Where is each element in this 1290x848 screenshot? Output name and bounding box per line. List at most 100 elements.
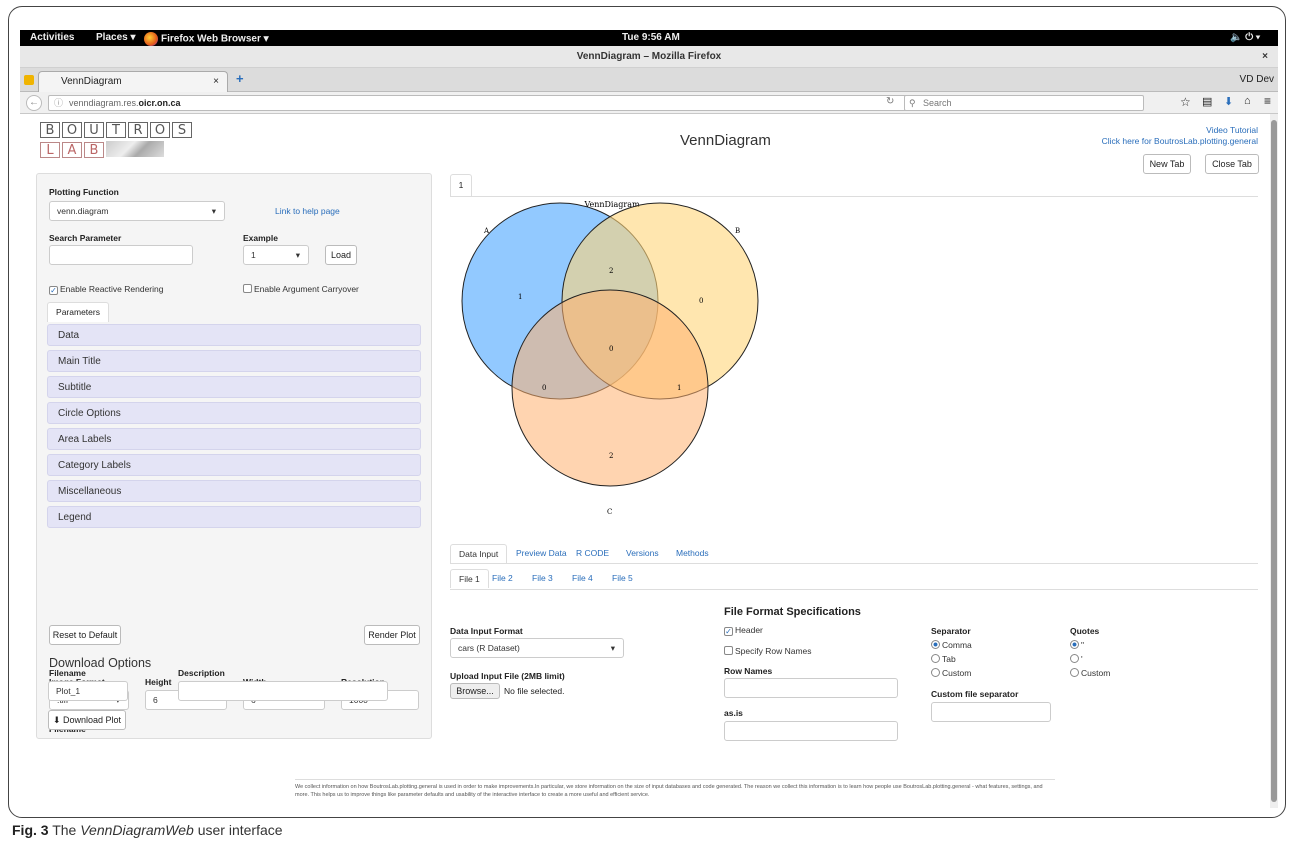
row-names-checkbox-label: Specify Row Names	[735, 646, 812, 656]
search-input[interactable]: ⚲ Search	[904, 95, 1144, 111]
browser-tab-label: VennDiagram	[61, 76, 122, 87]
venn-label-b: B	[735, 227, 740, 235]
sep-radio-0[interactable]: Comma	[931, 640, 972, 650]
tab-file-4[interactable]: File 4	[572, 573, 593, 583]
window-close-icon[interactable]: ×	[1262, 46, 1268, 68]
plotting-general-link[interactable]: Click here for BoutrosLab.plotting.gener…	[1102, 136, 1258, 146]
radio-selected-icon	[931, 640, 940, 649]
close-tab-button[interactable]: Close Tab	[1205, 154, 1259, 174]
logo-letter: B	[40, 122, 60, 138]
logo-letter: T	[106, 122, 126, 138]
sep-option-label: Comma	[942, 640, 972, 650]
browse-button[interactable]: Browse...	[450, 683, 500, 699]
download-icon[interactable]: ⬇	[1224, 95, 1233, 108]
search-parameter-label: Search Parameter	[49, 233, 122, 243]
example-select[interactable]: 1 ▾	[243, 245, 309, 265]
venn-diagram: VennDiagram A B C 1 0 2 2 0 1 0	[461, 200, 759, 516]
accordion-section-data[interactable]: Data	[47, 324, 421, 346]
tab-file-5[interactable]: File 5	[612, 573, 633, 583]
tab-r-code[interactable]: R CODE	[576, 548, 609, 558]
load-button[interactable]: Load	[325, 245, 357, 265]
sep-radio-2[interactable]: Custom	[931, 668, 971, 678]
browser-navbar: ← ⓘ venndiagram.res.oicr.on.ca ↻ ⚲ Searc…	[20, 92, 1278, 114]
video-tutorial-link[interactable]: Video Tutorial	[1206, 125, 1258, 135]
search-parameter-input[interactable]	[49, 245, 193, 265]
height-label: Height	[145, 677, 172, 687]
checkbox-checked-icon: ✓	[724, 627, 733, 636]
download-icon: ⬇	[52, 715, 63, 725]
radio-icon	[1070, 654, 1079, 663]
reactive-rendering-checkbox[interactable]: ✓ Enable Reactive Rendering	[49, 284, 163, 295]
chevron-down-icon: ▾	[610, 643, 615, 653]
accordion-section-area-labels[interactable]: Area Labels	[47, 428, 421, 450]
reset-to-default-button[interactable]: Reset to Default	[49, 625, 121, 645]
checkbox-icon	[724, 646, 733, 655]
back-icon[interactable]: ←	[26, 95, 42, 111]
firefox-menu[interactable]: Firefox Web Browser ▾	[144, 32, 269, 46]
home-icon[interactable]: ⌂	[1244, 95, 1251, 107]
tab-plot-1[interactable]: 1	[450, 174, 472, 196]
tab-file-1[interactable]: File 1	[450, 569, 489, 588]
library-icon[interactable]: ▤	[1202, 95, 1212, 108]
bookmark-star-icon[interactable]: ☆	[1180, 95, 1191, 109]
tab-methods[interactable]: Methods	[676, 548, 709, 558]
venn-region-bc: 1	[677, 384, 681, 392]
browser-tab[interactable]: VennDiagram ×	[38, 71, 228, 92]
sidebar-panel: Plotting Function venn.diagram ▾ Link to …	[36, 173, 432, 739]
tab-close-icon[interactable]: ×	[213, 72, 219, 92]
quote-radio-1[interactable]: '	[1070, 654, 1083, 664]
file-tab-divider	[450, 589, 1258, 590]
asis-input[interactable]	[724, 721, 898, 741]
row-names-input[interactable]	[724, 678, 898, 698]
description-input[interactable]	[178, 681, 388, 701]
filename-input[interactable]: Plot_1	[48, 681, 128, 701]
accordion-section-category-labels[interactable]: Category Labels	[47, 454, 421, 476]
activities-button[interactable]: Activities	[30, 32, 74, 43]
privacy-footnote: We collect information on how BoutrosLab…	[295, 779, 1055, 799]
chevron-down-icon: ▾	[295, 250, 300, 260]
new-tab-button[interactable]: New Tab	[1143, 154, 1191, 174]
sep-option-label: Custom	[942, 668, 972, 678]
quote-radio-0[interactable]: "	[1070, 640, 1084, 650]
tab-data-input[interactable]: Data Input	[450, 544, 508, 563]
scrollbar-thumb[interactable]	[1271, 120, 1277, 802]
accordion-section-miscellaneous[interactable]: Miscellaneous	[47, 480, 421, 502]
tab-parameters[interactable]: Parameters	[47, 302, 109, 322]
render-plot-button[interactable]: Render Plot	[364, 625, 420, 645]
header-checkbox[interactable]: ✓ Header	[724, 625, 763, 636]
accordion-section-main-title[interactable]: Main Title	[47, 350, 421, 372]
places-menu[interactable]: Places ▾	[96, 32, 136, 43]
browser-tabstrip: VennDiagram × + VD Dev	[20, 68, 1278, 92]
menu-icon[interactable]: ≡	[1264, 94, 1271, 108]
venn-region-b-only: 0	[699, 297, 703, 305]
firefox-icon	[144, 32, 158, 46]
help-page-link[interactable]: Link to help page	[275, 206, 340, 216]
new-tab-icon[interactable]: +	[236, 71, 244, 86]
custom-separator-input[interactable]	[931, 702, 1051, 722]
reactive-rendering-label: Enable Reactive Rendering	[60, 284, 164, 294]
url-host: venndiagram.res.	[69, 98, 139, 108]
page-scrollbar[interactable]	[1270, 114, 1278, 808]
accordion-section-legend[interactable]: Legend	[47, 506, 421, 528]
sep-radio-1[interactable]: Tab	[931, 654, 956, 664]
system-status-icons[interactable]: 🔈 ⏻ ▾	[1230, 32, 1260, 43]
quote-radio-2[interactable]: Custom	[1070, 668, 1110, 678]
tab-file-3[interactable]: File 3	[532, 573, 553, 583]
logo-graphic	[106, 141, 164, 157]
accordion-section-subtitle[interactable]: Subtitle	[47, 376, 421, 398]
tab-file-2[interactable]: File 2	[492, 573, 513, 583]
accordion-section-circle-options[interactable]: Circle Options	[47, 402, 421, 424]
row-names-checkbox[interactable]: Specify Row Names	[724, 646, 812, 656]
plotting-function-select[interactable]: venn.diagram ▾	[49, 201, 225, 221]
download-plot-button[interactable]: ⬇ Download Plot	[48, 710, 126, 730]
tab-versions[interactable]: Versions	[626, 548, 659, 558]
tab-preview-data[interactable]: Preview Data	[516, 548, 567, 558]
no-file-selected-text: No file selected.	[504, 686, 565, 696]
url-bar[interactable]: ⓘ venndiagram.res.oicr.on.ca	[48, 95, 918, 111]
reload-icon[interactable]: ↻	[886, 96, 894, 107]
argument-carryover-checkbox[interactable]: Enable Argument Carryover	[243, 284, 359, 294]
data-input-format-select[interactable]: cars (R Dataset) ▾	[450, 638, 624, 658]
search-placeholder: Search	[923, 98, 952, 108]
logo-letter: O	[150, 122, 170, 138]
quotes-label: Quotes	[1070, 626, 1100, 636]
